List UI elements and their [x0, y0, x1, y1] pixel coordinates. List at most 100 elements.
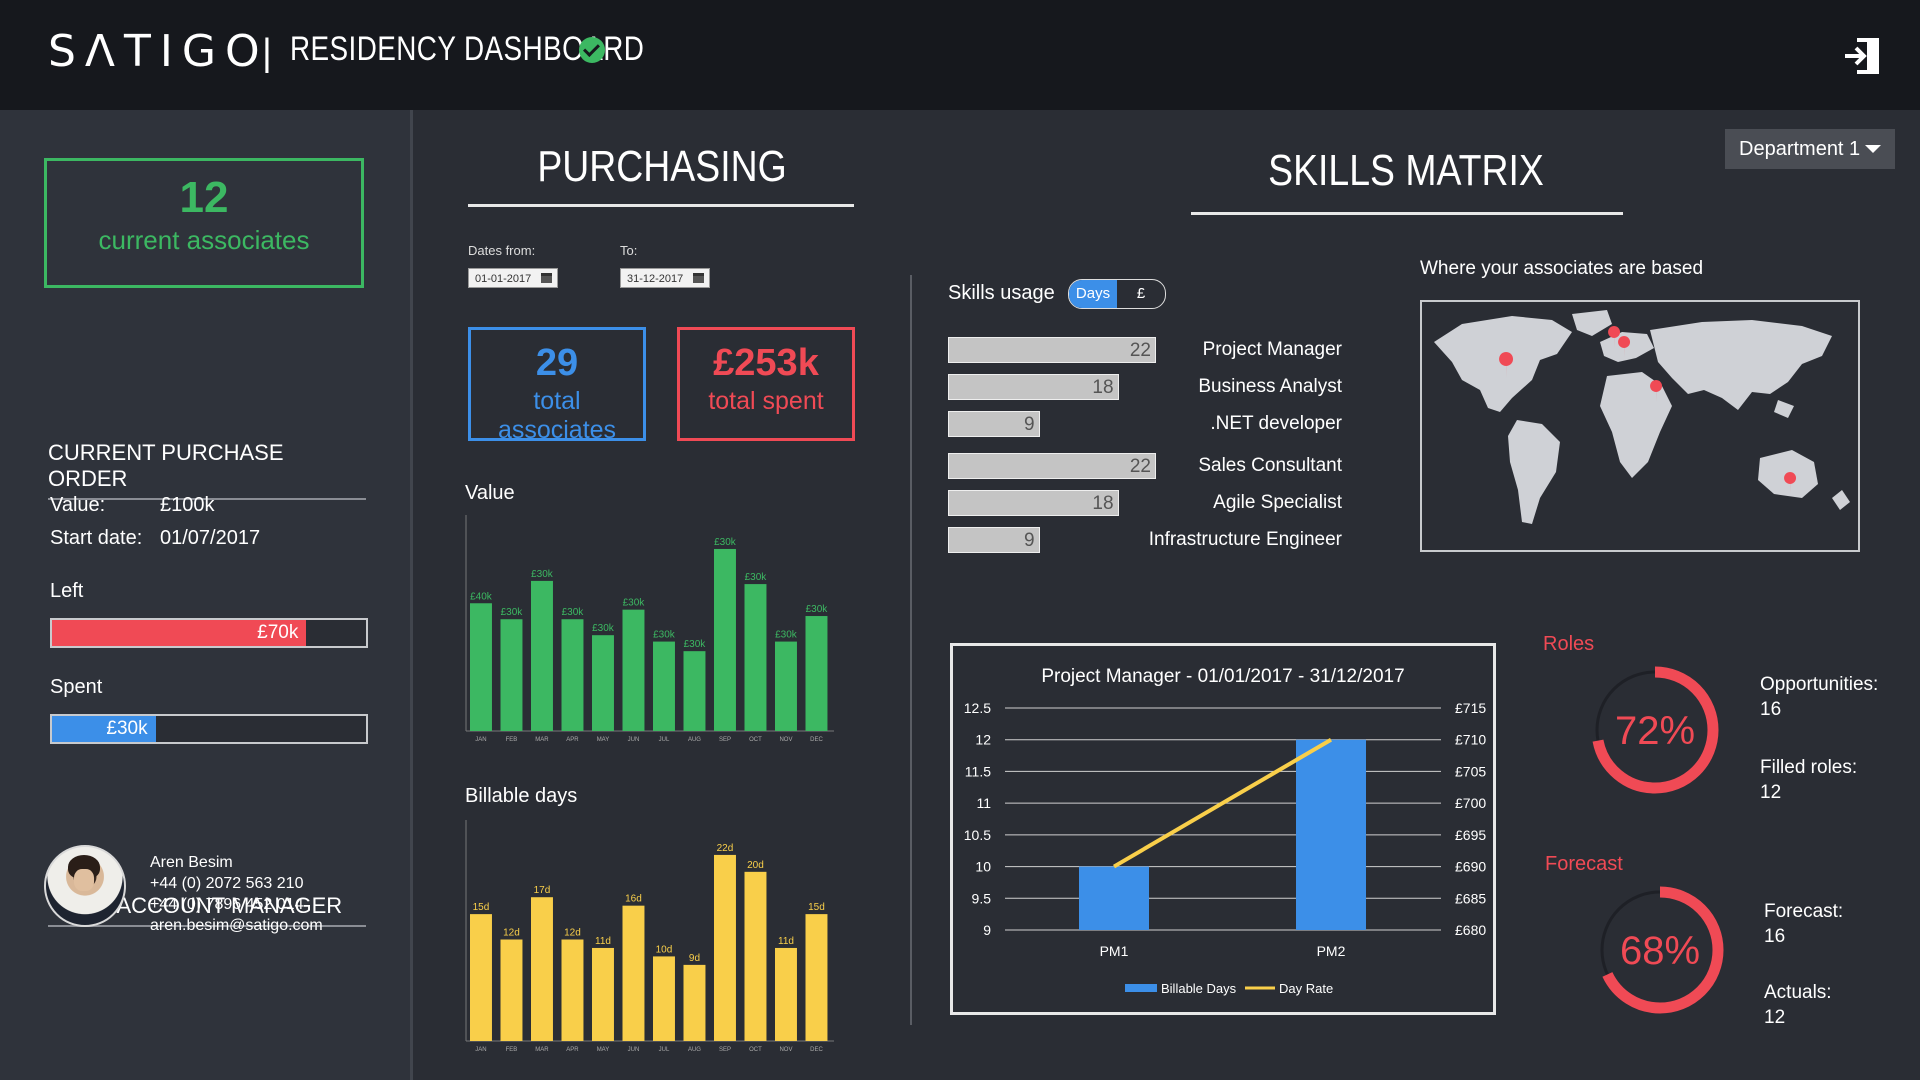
manager-phone-2: +44 (0) 7896 452 014	[150, 896, 304, 913]
skill-row[interactable]: 22 Sales Consultant	[948, 453, 1342, 479]
left-label: Left	[50, 580, 84, 602]
x-tick-label: JUL	[659, 1047, 670, 1053]
bar[interactable]	[531, 897, 553, 1041]
left-value: £70k	[257, 622, 299, 643]
date-from-input[interactable]: 01-01-2017	[468, 268, 558, 288]
y-left-tick-label: 12.5	[964, 700, 991, 716]
po-start-date: 01/07/2017	[160, 527, 261, 549]
x-tick-label: AUG	[688, 1047, 701, 1053]
bar[interactable]	[592, 947, 614, 1041]
skill-row[interactable]: 9 .NET developer	[948, 411, 1342, 437]
y-right-tick-label: £700	[1455, 795, 1486, 811]
account-manager-info: Aren Besim +44 (0) 2072 563 210 +44 (0) …	[150, 852, 323, 936]
actuals-block: Actuals: 12	[1764, 980, 1832, 1030]
bar[interactable]	[1296, 739, 1366, 930]
x-tick-label: DEC	[810, 737, 823, 743]
x-tick-label: NOV	[779, 1047, 792, 1053]
department-select[interactable]: Department 1	[1725, 129, 1895, 169]
legend-label: Billable Days	[1161, 981, 1237, 996]
bar[interactable]	[805, 914, 828, 1041]
satigo-logo[interactable]: SΛTIGO	[48, 26, 269, 77]
skill-row[interactable]: 9 Infrastructure Engineer	[948, 527, 1342, 553]
skill-bar: 18	[948, 374, 1119, 400]
bar[interactable]	[622, 609, 645, 731]
y-right-tick-label: £695	[1455, 827, 1486, 843]
left-progress-fill: £70k	[52, 620, 307, 646]
date-to-input[interactable]: 31-12-2017	[620, 268, 710, 288]
skills-usage-label: Skills usage	[948, 282, 1055, 304]
bar[interactable]	[653, 956, 675, 1041]
billable-days-chart: 15d JAN 12d FEB 17d MAR 12d APR 11d MAY 16d JUN 10d J…	[465, 820, 834, 1053]
skill-name: Infrastructure Engineer	[1148, 529, 1342, 550]
bar[interactable]	[744, 871, 767, 1041]
spent-label: Spent	[50, 676, 103, 698]
bar[interactable]	[714, 854, 736, 1041]
bar[interactable]	[622, 905, 645, 1041]
x-tick-label: MAY	[597, 1047, 610, 1053]
toggle-days[interactable]: Days	[1069, 280, 1117, 308]
calendar-icon[interactable]	[541, 273, 552, 283]
data-label: 12d	[503, 928, 520, 939]
skills-rule	[1191, 212, 1623, 215]
bar[interactable]	[683, 964, 706, 1041]
donut-percent: 72%	[1615, 709, 1695, 753]
manager-email[interactable]: aren.besim@satigo.com	[150, 915, 323, 936]
avatar	[44, 845, 126, 927]
x-tick-label: MAY	[597, 737, 610, 743]
y-left-tick-label: 9	[983, 922, 991, 938]
po-start-label: Start date:	[50, 527, 143, 549]
skill-row[interactable]: 18 Agile Specialist	[948, 490, 1342, 516]
bar[interactable]	[561, 939, 584, 1042]
manager-phone-1: +44 (0) 2072 563 210	[150, 875, 304, 892]
bar[interactable]	[1079, 866, 1149, 930]
bar[interactable]	[805, 616, 828, 731]
y-right-tick-label: £685	[1455, 890, 1486, 906]
calendar-icon[interactable]	[693, 273, 704, 283]
x-tick-label: FEB	[506, 737, 518, 743]
world-map[interactable]	[1420, 300, 1860, 552]
skill-bar: 18	[948, 490, 1119, 516]
forecast-block: Forecast: 16	[1764, 899, 1843, 949]
y-right-tick-label: £680	[1455, 922, 1486, 938]
x-tick-label: JAN	[475, 737, 486, 743]
bar[interactable]	[470, 603, 492, 731]
bar[interactable]	[744, 584, 767, 731]
bar[interactable]	[561, 619, 584, 731]
y-left-tick-label: 11.5	[965, 763, 991, 779]
roles-donut: 72%	[1591, 666, 1719, 794]
bar[interactable]	[714, 548, 736, 731]
bar[interactable]	[470, 914, 492, 1041]
skill-row[interactable]: 18 Business Analyst	[948, 374, 1342, 400]
skill-value: 9	[1023, 414, 1035, 435]
data-label: 10d	[656, 944, 673, 955]
x-tick-label: AUG	[688, 737, 701, 743]
data-label: £30k	[531, 569, 554, 580]
current-associates-count: 12	[179, 173, 229, 222]
bar[interactable]	[775, 641, 797, 731]
data-label: £30k	[592, 623, 615, 634]
skill-row[interactable]: 22 Project Manager	[948, 337, 1342, 363]
po-start-row: Start date: 01/07/2017	[50, 527, 260, 550]
bar[interactable]	[500, 619, 523, 731]
opportunities-label: Opportunities:	[1760, 674, 1879, 695]
bar[interactable]	[592, 635, 614, 731]
bar[interactable]	[500, 939, 523, 1042]
days-pound-toggle[interactable]: Days £	[1068, 279, 1166, 309]
data-label: £30k	[653, 630, 676, 641]
bar[interactable]	[531, 580, 553, 731]
y-left-tick-label: 10.5	[964, 827, 991, 843]
bar[interactable]	[653, 641, 675, 731]
dates-to-label: To:	[620, 243, 638, 258]
map-title: Where your associates are based	[1420, 258, 1704, 279]
opportunities-value: 16	[1760, 699, 1782, 720]
logout-icon[interactable]	[1843, 36, 1881, 76]
bar[interactable]	[683, 651, 706, 731]
value-chart: £40k JAN £30k FEB £30k MAR £30k APR £30k MAY £30k J…	[465, 515, 834, 743]
toggle-pound[interactable]: £	[1117, 280, 1165, 308]
x-tick-label: SEP	[719, 737, 731, 743]
bar[interactable]	[775, 947, 797, 1041]
opportunities-block: Opportunities: 16	[1760, 672, 1878, 722]
x-tick-label: FEB	[506, 1047, 518, 1053]
world-map-graphic	[1434, 310, 1850, 524]
x-tick-label: SEP	[719, 1047, 731, 1053]
